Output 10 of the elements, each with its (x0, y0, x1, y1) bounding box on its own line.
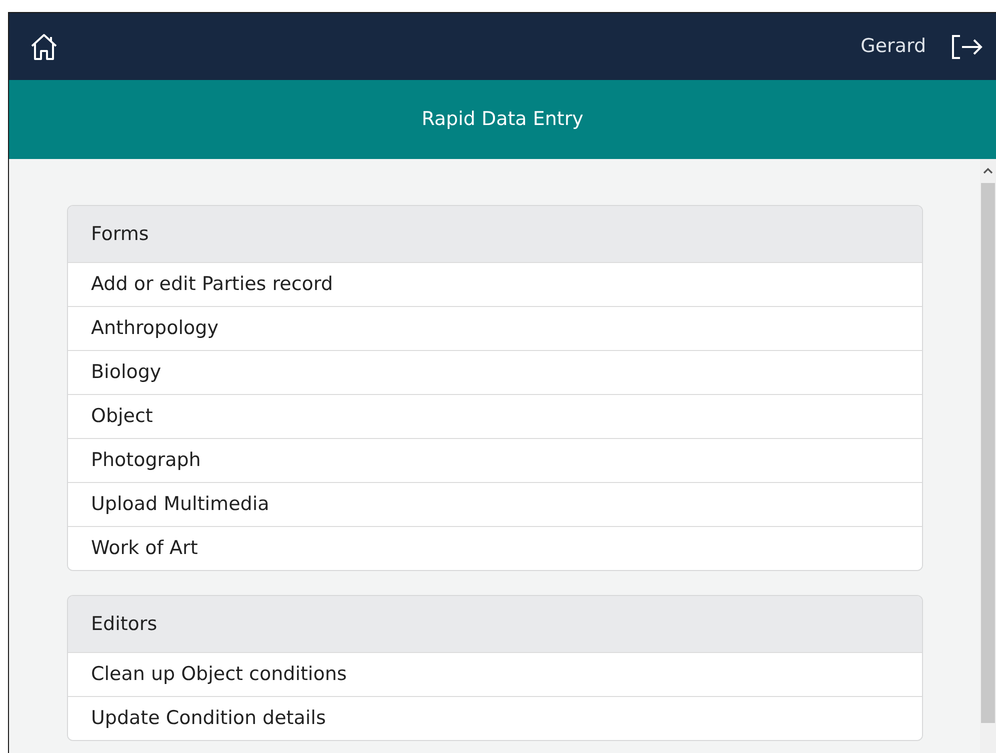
user-name: Gerard (860, 34, 926, 60)
section-header: Forms (68, 206, 922, 262)
page-title: Rapid Data Entry (422, 107, 584, 132)
section-header: Editors (68, 596, 922, 652)
scroll-up-icon[interactable] (983, 167, 993, 175)
list-item[interactable]: Update Condition details (68, 696, 922, 740)
home-icon[interactable] (29, 32, 59, 62)
list-item[interactable]: Work of Art (68, 526, 922, 570)
logout-icon[interactable] (950, 32, 984, 60)
scrollbar[interactable] (980, 159, 996, 753)
